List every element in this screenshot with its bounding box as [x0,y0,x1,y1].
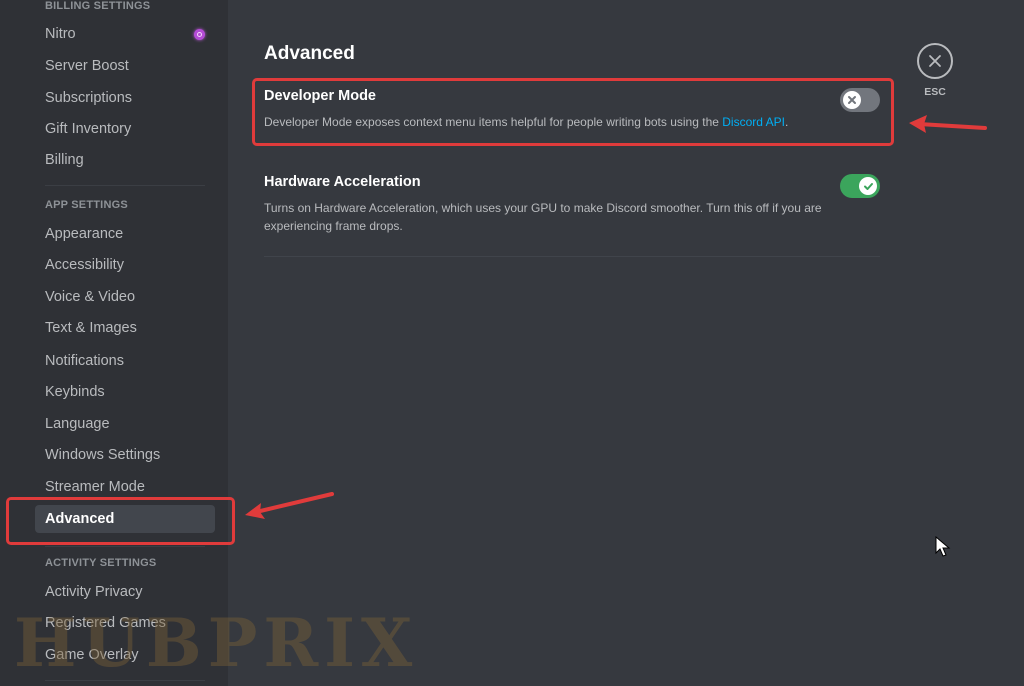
check-icon [863,182,873,190]
section-header-billing: Billing Settings [45,0,151,12]
sidebar-divider [45,185,205,186]
sidebar-divider [45,546,205,547]
sidebar-item-advanced[interactable]: Advanced [35,505,215,533]
section-header-activity: Activity Settings [45,557,157,569]
esc-label: ESC [924,86,946,98]
description-text: . [784,115,789,129]
close-icon [929,55,941,67]
sidebar-item-language[interactable]: Language [35,410,215,438]
sidebar-item-game-overlay[interactable]: Game Overlay [35,641,215,669]
sidebar-item-keybinds[interactable]: Keybinds [35,378,215,406]
sidebar-item-accessibility[interactable]: Accessibility [35,251,215,279]
setting-title: Hardware Acceleration [264,174,421,190]
setting-separator [264,256,880,257]
setting-description: Turns on Hardware Acceleration, which us… [264,201,822,233]
mouse-cursor-icon [935,536,951,557]
setting-developer-mode: Developer Mode Developer Mode exposes co… [264,88,880,131]
setting-description: Developer Mode exposes context menu item… [264,113,880,131]
sidebar-item-gift-inventory[interactable]: Gift Inventory [35,115,215,143]
sidebar-item-windows-settings[interactable]: Windows Settings [35,441,215,469]
setting-hardware-acceleration: Hardware Acceleration Turns on Hardware … [264,174,880,235]
toggle-knob [843,91,861,109]
sidebar-item-voice-video[interactable]: Voice & Video [35,283,215,311]
sidebar-item-label: Nitro [45,26,76,42]
sidebar-item-notifications[interactable]: Notifications [35,347,215,375]
toggle-knob [859,177,877,195]
sidebar-item-billing[interactable]: Billing [35,146,215,174]
page-title: Advanced [264,43,355,64]
sidebar-item-nitro[interactable]: Nitro [35,20,215,48]
hardware-acceleration-toggle[interactable] [840,174,880,198]
sidebar-item-appearance[interactable]: Appearance [35,220,215,248]
setting-title: Developer Mode [264,88,376,104]
sidebar-item-streamer-mode[interactable]: Streamer Mode [35,473,215,501]
section-header-app: App Settings [45,199,128,211]
nitro-icon [194,29,205,40]
settings-sidebar: Billing Settings Nitro Server Boost Subs… [0,0,228,686]
sidebar-item-subscriptions[interactable]: Subscriptions [35,84,215,112]
annotation-arrow-icon [245,492,334,519]
x-icon [848,96,856,104]
annotation-arrow-icon [909,115,987,133]
sidebar-item-activity-privacy[interactable]: Activity Privacy [35,578,215,606]
sidebar-divider [45,680,205,681]
description-text: Developer Mode exposes context menu item… [264,115,723,129]
developer-mode-toggle[interactable] [840,88,880,112]
sidebar-item-text-images[interactable]: Text & Images [35,314,215,342]
sidebar-item-server-boost[interactable]: Server Boost [35,52,215,80]
sidebar-item-registered-games[interactable]: Registered Games [35,609,215,637]
close-settings: ESC [917,43,953,98]
discord-api-link[interactable]: Discord API [722,115,785,129]
close-button[interactable] [917,43,953,79]
